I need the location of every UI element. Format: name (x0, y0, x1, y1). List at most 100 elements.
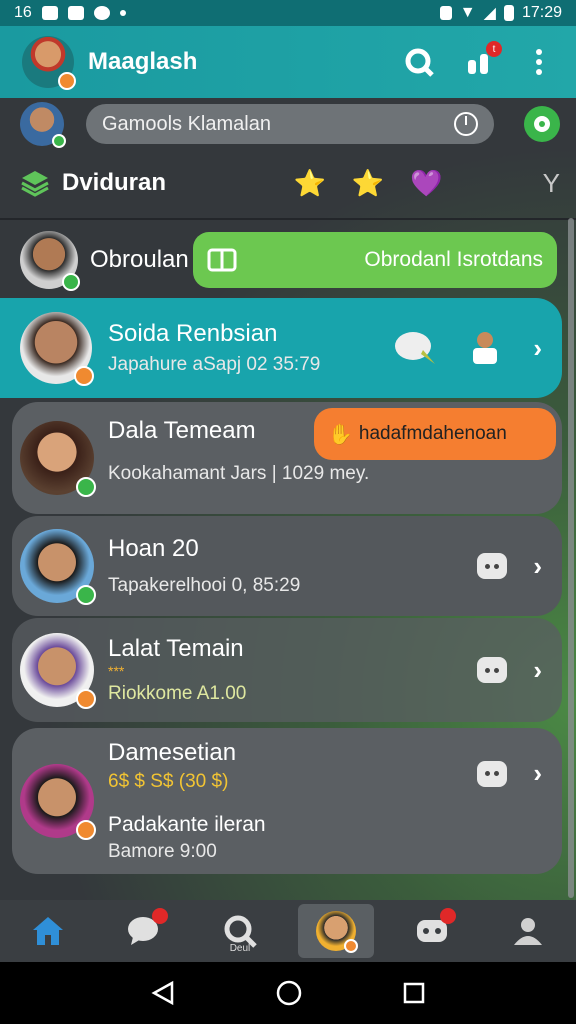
status-bar: 16 ▼ ◢ 17:29 (0, 0, 576, 26)
chat-name: Hoan 20 (108, 535, 199, 562)
chat-action-pill[interactable]: ✋ hadafmdahenoan (314, 408, 556, 460)
chat-name: Lalat Temain (108, 635, 244, 662)
filter-icon[interactable]: Y (543, 168, 560, 199)
nav-home[interactable] (10, 904, 86, 958)
featured-action-text: Obrodanl Isrotdans (364, 248, 543, 271)
app-header: Maaglash t (0, 26, 576, 98)
chat-message: Padakante ileran (108, 813, 266, 836)
back-icon[interactable] (150, 980, 176, 1006)
chat-bubble-icon[interactable] (477, 657, 508, 683)
chevron-right-icon[interactable]: › (533, 655, 542, 686)
chat-subtitle: Tapakerelhooi 0, 85:29 (108, 575, 301, 596)
app-title: Maaglash (88, 48, 198, 75)
avatar-badge-icon (76, 689, 96, 709)
nav-search-label: Deul (229, 943, 251, 954)
star-icon[interactable]: ⭐ (352, 168, 384, 199)
game-count-badge (440, 908, 456, 924)
more-options-button[interactable] (524, 47, 554, 77)
layers-icon (21, 171, 49, 197)
recents-icon[interactable] (402, 981, 426, 1005)
chat-item[interactable]: Damesetian 6$ $ S$ (30 $) Padakante iler… (12, 728, 562, 874)
my-avatar[interactable] (20, 102, 66, 148)
online-badge-icon (76, 585, 96, 605)
chat-stars: *** (108, 663, 125, 679)
chat-name: Soida Renbsian (108, 320, 278, 347)
chat-subtitle: Bamore 9:00 (108, 841, 217, 862)
chat-action-text: hadafmdahenoan (358, 423, 507, 444)
chat-subtitle: Japahure aSapj 02 35:79 (108, 354, 321, 375)
chat-subtitle: Kookahamant Jars | 1029 mey. (108, 463, 370, 484)
speech-bubble-icon[interactable] (393, 330, 437, 366)
nav-account[interactable] (490, 904, 566, 958)
search-text: Gamools Klamalan (102, 112, 271, 135)
search-icon (405, 48, 434, 77)
hand-icon: ✋ (328, 423, 353, 446)
vibrate-icon (439, 6, 452, 20)
chat-name: Damesetian (108, 739, 237, 766)
profile-avatar (316, 911, 358, 953)
book-icon (207, 248, 237, 272)
bottom-navigation: Deul (0, 900, 576, 962)
avatar-badge-icon (74, 366, 94, 386)
search-row: Gamools Klamalan (20, 100, 560, 148)
chevron-right-icon[interactable]: › (533, 333, 542, 364)
chat-count-badge (152, 908, 168, 924)
chat-avatar (20, 421, 96, 497)
online-badge-icon (76, 477, 96, 497)
system-navigation-bar (0, 962, 576, 1024)
category-label: Dviduran (62, 169, 167, 196)
chevron-right-icon[interactable]: › (533, 758, 542, 789)
chat-bubble-icon[interactable] (477, 760, 508, 787)
online-badge-icon (52, 134, 66, 148)
chat-avatar (20, 312, 94, 386)
chat-avatar (20, 529, 96, 605)
user-icon (514, 918, 542, 945)
battery-icon (503, 5, 514, 21)
search-button[interactable] (404, 47, 434, 77)
chat-tag: 6$ $ S$ (30 $) (108, 771, 229, 792)
featured-avatar (20, 231, 80, 291)
home-icon (33, 917, 63, 945)
search-field[interactable]: Gamools Klamalan (86, 104, 494, 144)
app-icon (93, 6, 110, 20)
chat-item[interactable]: Lalat Temain *** Riokkome A1.00 › (12, 618, 562, 722)
dot-icon (119, 10, 126, 16)
message-icon (67, 6, 84, 20)
chat-bubble-icon[interactable] (477, 553, 508, 579)
nav-profile[interactable] (298, 904, 374, 958)
chat-list-area: Gamools Klamalan Dviduran ⭐ ⭐ 💜 Y Obroul… (0, 98, 576, 900)
notifications-button[interactable]: t (464, 41, 502, 77)
timer-icon[interactable] (454, 112, 478, 136)
avatar-badge-icon (344, 939, 358, 953)
home-circle-icon[interactable] (275, 979, 303, 1007)
featured-contact[interactable]: Obroulan (20, 228, 200, 292)
profile-avatar[interactable] (22, 36, 76, 90)
image-icon (41, 6, 58, 20)
featured-action-pill[interactable]: Obrodanl Isrotdans (193, 232, 557, 288)
scrollbar[interactable] (568, 218, 574, 898)
status-left-label: 16 (14, 4, 32, 21)
divider (0, 218, 576, 220)
signal-icon: ◢ (483, 5, 496, 22)
featured-name: Obroulan (90, 246, 189, 273)
status-time: 17:29 (521, 4, 562, 21)
chat-item[interactable]: Soida Renbsian Japahure aSapj 02 35:79 › (0, 298, 562, 398)
nav-search[interactable]: Deul (202, 904, 278, 958)
heart-icon[interactable]: 💜 (410, 168, 442, 199)
person-icon[interactable] (467, 330, 503, 366)
notification-count-badge: t (486, 41, 502, 57)
star-small-icon[interactable]: ⭐ (294, 168, 326, 199)
chat-avatar (20, 764, 96, 840)
category-row: Dviduran ⭐ ⭐ 💜 Y (20, 158, 560, 208)
gear-icon (534, 116, 550, 132)
avatar-badge-icon (76, 820, 96, 840)
nav-games[interactable] (394, 904, 470, 958)
chat-subtitle: Riokkome A1.00 (108, 683, 247, 704)
more-vertical-icon (536, 49, 542, 75)
chevron-right-icon[interactable]: › (533, 551, 542, 582)
chat-item[interactable]: Hoan 20 Tapakerelhooi 0, 85:29 › (12, 516, 562, 616)
online-badge-icon (62, 273, 80, 291)
avatar-badge-icon (58, 72, 76, 90)
settings-button[interactable] (524, 106, 560, 142)
nav-chats[interactable] (106, 904, 182, 958)
